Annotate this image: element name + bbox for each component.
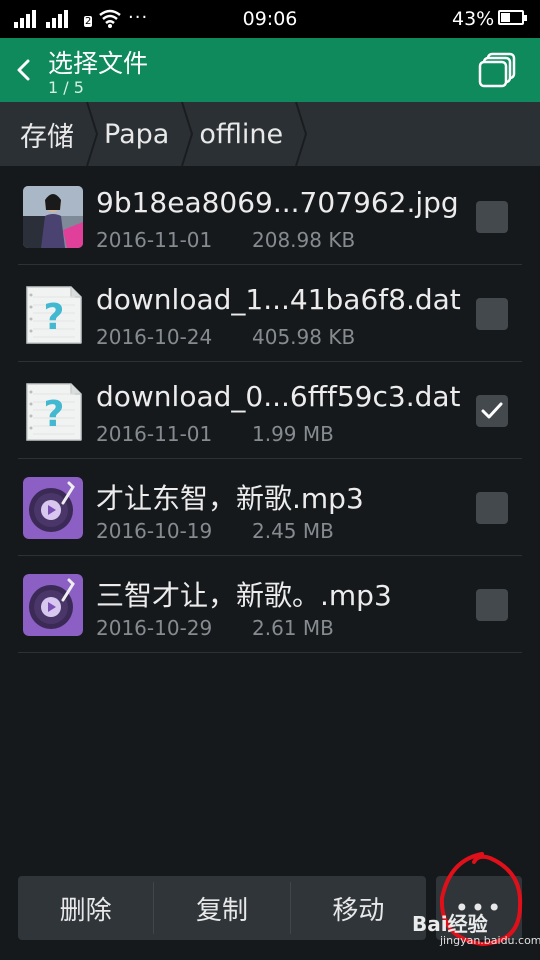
image-thumbnail <box>23 186 83 248</box>
battery-icon <box>498 10 527 25</box>
watermark-url: jingyan.baidu.com <box>440 934 540 947</box>
file-checkbox[interactable] <box>476 492 508 524</box>
music-file-icon <box>23 477 83 539</box>
back-arrow-icon[interactable] <box>12 58 36 82</box>
file-checkbox[interactable] <box>476 201 508 233</box>
breadcrumb-label: offline <box>199 118 284 150</box>
file-name: download_0...6fff59c3.dat <box>96 380 461 413</box>
file-name: 才让东智，新歌.mp3 <box>96 482 364 515</box>
file-checkbox-checked[interactable] <box>476 395 508 427</box>
breadcrumb-offline[interactable]: offline <box>187 102 308 166</box>
file-date: 2016-11-01 <box>96 228 213 252</box>
action-bar: 删除 复制 移动 <box>18 876 426 940</box>
app-bar: 选择文件 1 / 5 <box>0 38 540 102</box>
watermark-logo: Bai经验 <box>412 912 488 936</box>
checkmark-icon <box>481 402 503 419</box>
breadcrumb-label: 存储 <box>20 121 74 153</box>
file-size: 1.99 MB <box>252 422 334 446</box>
file-date: 2016-10-19 <box>96 519 213 543</box>
file-date: 2016-11-01 <box>96 422 213 446</box>
battery-level <box>501 13 511 22</box>
file-date: 2016-10-29 <box>96 616 213 640</box>
file-name: 9b18ea8069...707962.jpg <box>96 186 459 219</box>
breadcrumb-papa[interactable]: Papa <box>92 102 194 166</box>
copy-button[interactable]: 复制 <box>154 876 289 940</box>
file-checkbox[interactable] <box>476 298 508 330</box>
file-list: 9b18ea8069...707962.jpg 2016-11-01 208.9… <box>18 168 522 653</box>
move-button[interactable]: 移动 <box>291 876 426 940</box>
file-row[interactable]: 三智才让，新歌。.mp3 2016-10-29 2.61 MB <box>18 556 522 653</box>
svg-text:?: ? <box>44 297 65 338</box>
breadcrumb: 存储 Papa offline <box>0 102 540 166</box>
delete-button[interactable]: 删除 <box>18 876 153 940</box>
battery-percent: 43% <box>452 8 495 30</box>
breadcrumb-label: Papa <box>104 118 170 150</box>
file-row[interactable]: ? download_0...6fff59c3.dat 2016-11-01 1… <box>18 362 522 459</box>
file-row[interactable]: ? download_1...41ba6f8.dat 2016-10-24 40… <box>18 265 522 362</box>
page-title: 选择文件 <box>48 49 149 78</box>
breadcrumb-separator-icon <box>295 102 308 166</box>
status-bar: 2 ··· 09:06 43% <box>0 0 540 38</box>
file-size: 208.98 KB <box>252 228 356 252</box>
file-name: 三智才让，新歌。.mp3 <box>96 579 392 612</box>
file-size: 405.98 KB <box>252 325 356 349</box>
breadcrumb-storage[interactable]: 存储 <box>0 102 98 166</box>
file-name: download_1...41ba6f8.dat <box>96 283 461 316</box>
file-row[interactable]: 才让东智，新歌.mp3 2016-10-19 2.45 MB <box>18 459 522 556</box>
file-size: 2.45 MB <box>252 519 334 543</box>
selection-counter: 1 / 5 <box>48 78 84 97</box>
file-row[interactable]: 9b18ea8069...707962.jpg 2016-11-01 208.9… <box>18 168 522 265</box>
file-date: 2016-10-24 <box>96 325 213 349</box>
unknown-file-icon: ? <box>26 286 82 344</box>
unknown-file-icon: ? <box>26 383 82 441</box>
select-all-icon[interactable] <box>478 52 516 88</box>
svg-text:?: ? <box>44 394 65 435</box>
file-size: 2.61 MB <box>252 616 334 640</box>
music-file-icon <box>23 574 83 636</box>
file-checkbox[interactable] <box>476 589 508 621</box>
